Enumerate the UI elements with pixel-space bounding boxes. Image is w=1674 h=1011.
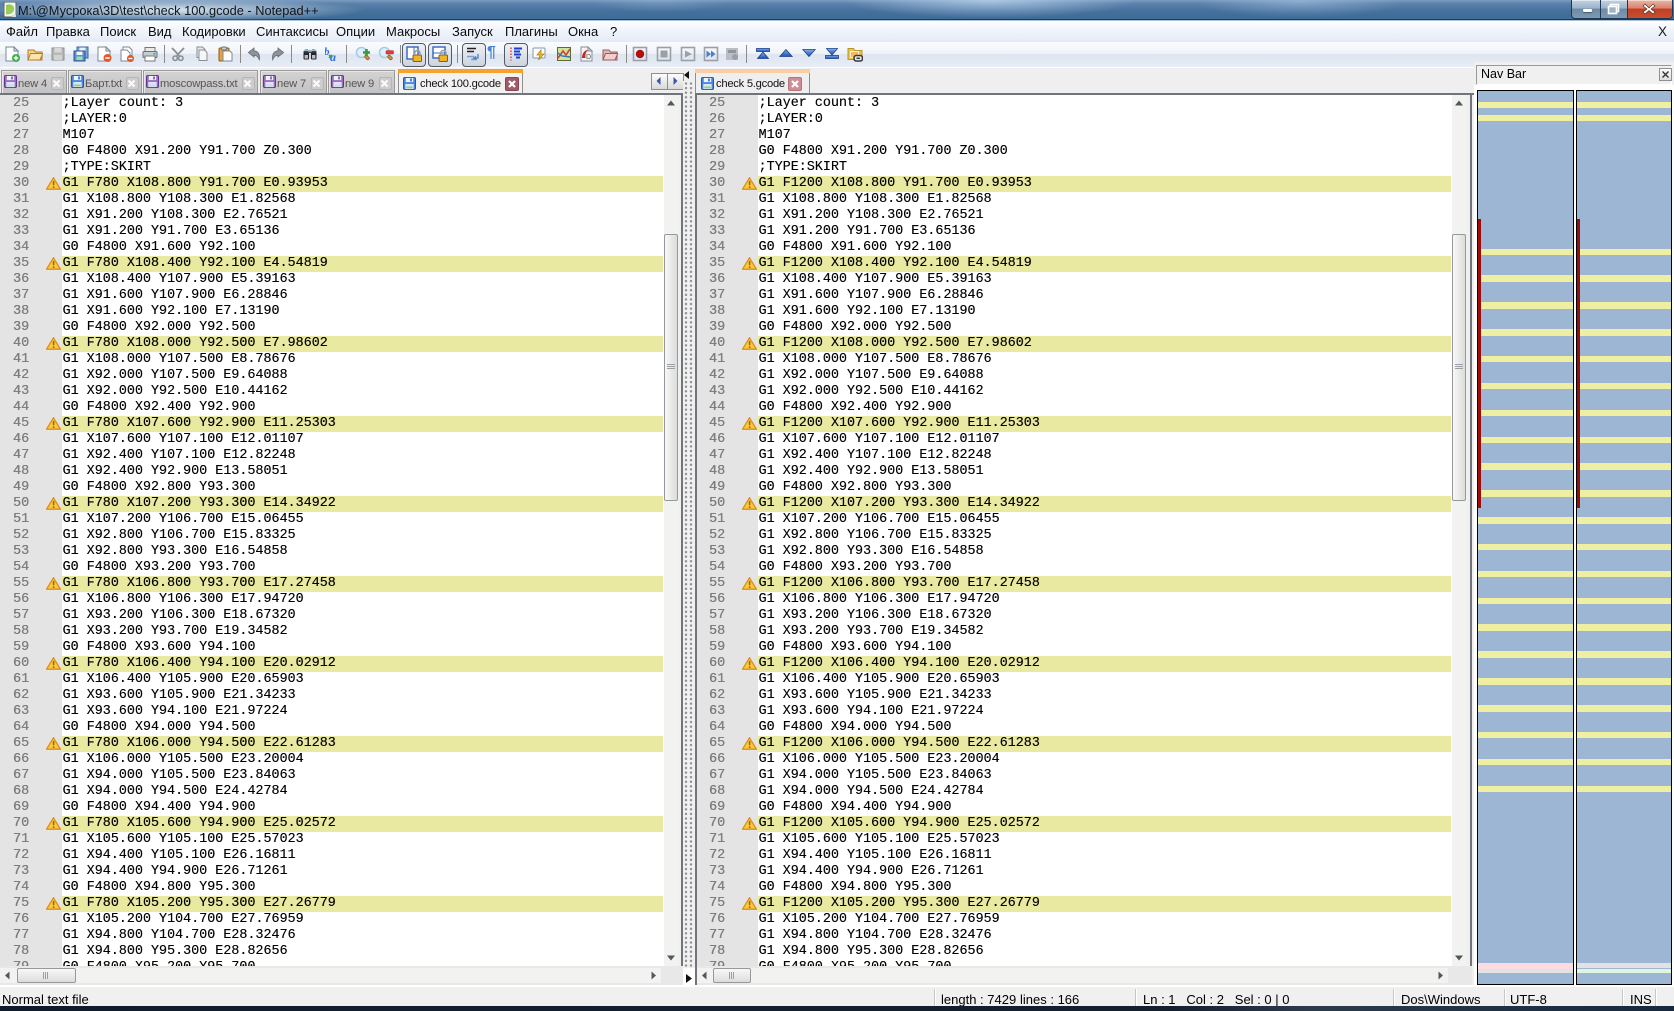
svg-text:D: D <box>586 54 591 61</box>
